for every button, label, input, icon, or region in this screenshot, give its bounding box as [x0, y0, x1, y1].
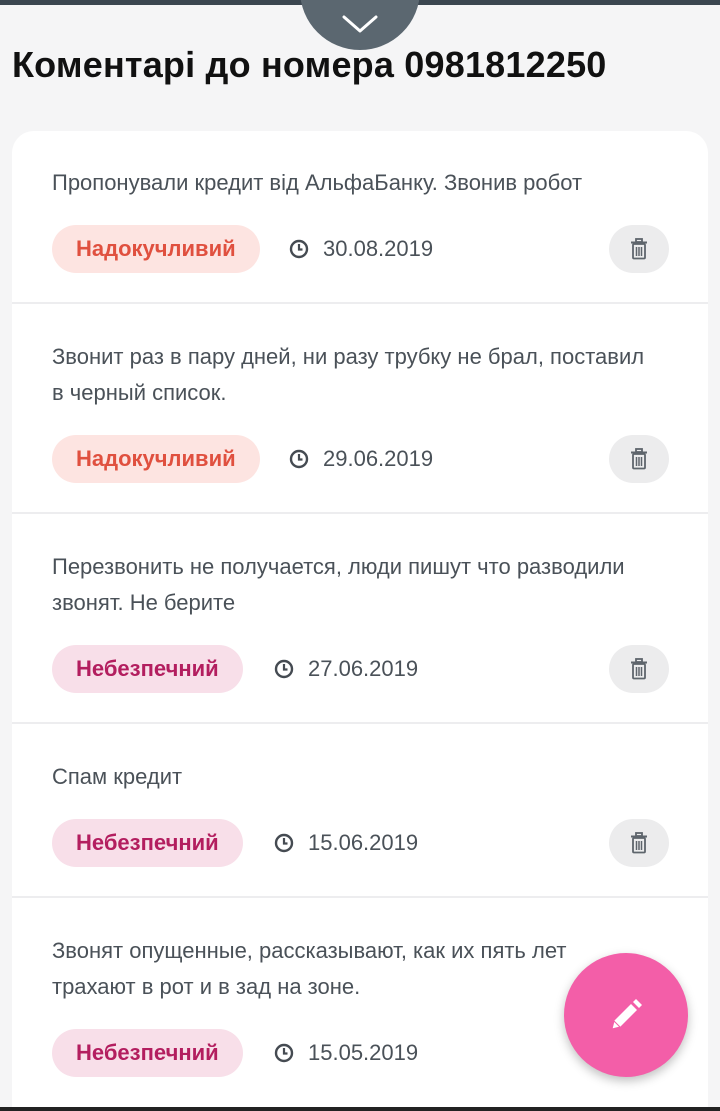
tag-badge: Небезпечний — [52, 1029, 243, 1077]
date-text: 15.05.2019 — [308, 1040, 419, 1065]
tag-badge: Небезпечний — [52, 819, 243, 867]
tag-badge: Надокучливий — [52, 225, 260, 273]
comment-text: Звонят опущенные, рассказывают, как их п… — [52, 938, 567, 999]
comment-item: Спам кредит Небезпечний 15.06.2019 — [12, 724, 708, 898]
date-text: 15.06.2019 — [308, 830, 419, 855]
clock-icon — [274, 1043, 294, 1063]
clock-icon — [274, 833, 294, 853]
clock-icon — [289, 449, 309, 469]
chevron-down-icon — [342, 15, 378, 33]
trash-icon — [631, 238, 647, 260]
trash-icon — [631, 832, 647, 854]
delete-button[interactable] — [609, 225, 669, 273]
clock-icon — [289, 239, 309, 259]
clock-icon — [274, 659, 294, 679]
date-text: 30.08.2019 — [323, 236, 434, 261]
page-title: Коментарі до номера 0981812250 — [12, 44, 607, 85]
delete-button[interactable] — [609, 819, 669, 867]
comment-text: Звонит раз в пару дней, ни разу трубку н… — [52, 344, 645, 405]
delete-button[interactable] — [609, 435, 669, 483]
comment-text: Спам кредит — [52, 764, 183, 789]
date-text: 27.06.2019 — [308, 656, 419, 681]
comment-date: 29.06.2019 — [289, 435, 433, 483]
collapse-button[interactable] — [300, 0, 420, 50]
comment-item: Пропонували кредит від АльфаБанку. Звони… — [12, 131, 708, 304]
trash-icon — [631, 448, 647, 470]
comment-date: 15.06.2019 — [274, 819, 418, 867]
comment-text: Пропонували кредит від АльфаБанку. Звони… — [52, 170, 583, 195]
trash-icon — [631, 658, 647, 680]
comment-date: 27.06.2019 — [274, 645, 418, 693]
comment-date: 30.08.2019 — [289, 225, 433, 273]
tag-badge: Небезпечний — [52, 645, 243, 693]
comment-date: 15.05.2019 — [274, 1029, 418, 1077]
delete-button[interactable] — [609, 645, 669, 693]
add-comment-button[interactable] — [564, 953, 688, 1077]
comment-item: Звонит раз в пару дней, ни разу трубку н… — [12, 304, 708, 514]
date-text: 29.06.2019 — [323, 446, 434, 471]
bottom-edge — [0, 1107, 720, 1111]
tag-badge: Надокучливий — [52, 435, 260, 483]
comment-text: Перезвонить не получается, люди пишут чт… — [52, 554, 625, 615]
comment-item: Перезвонить не получается, люди пишут чт… — [12, 514, 708, 724]
pencil-icon — [611, 999, 642, 1030]
